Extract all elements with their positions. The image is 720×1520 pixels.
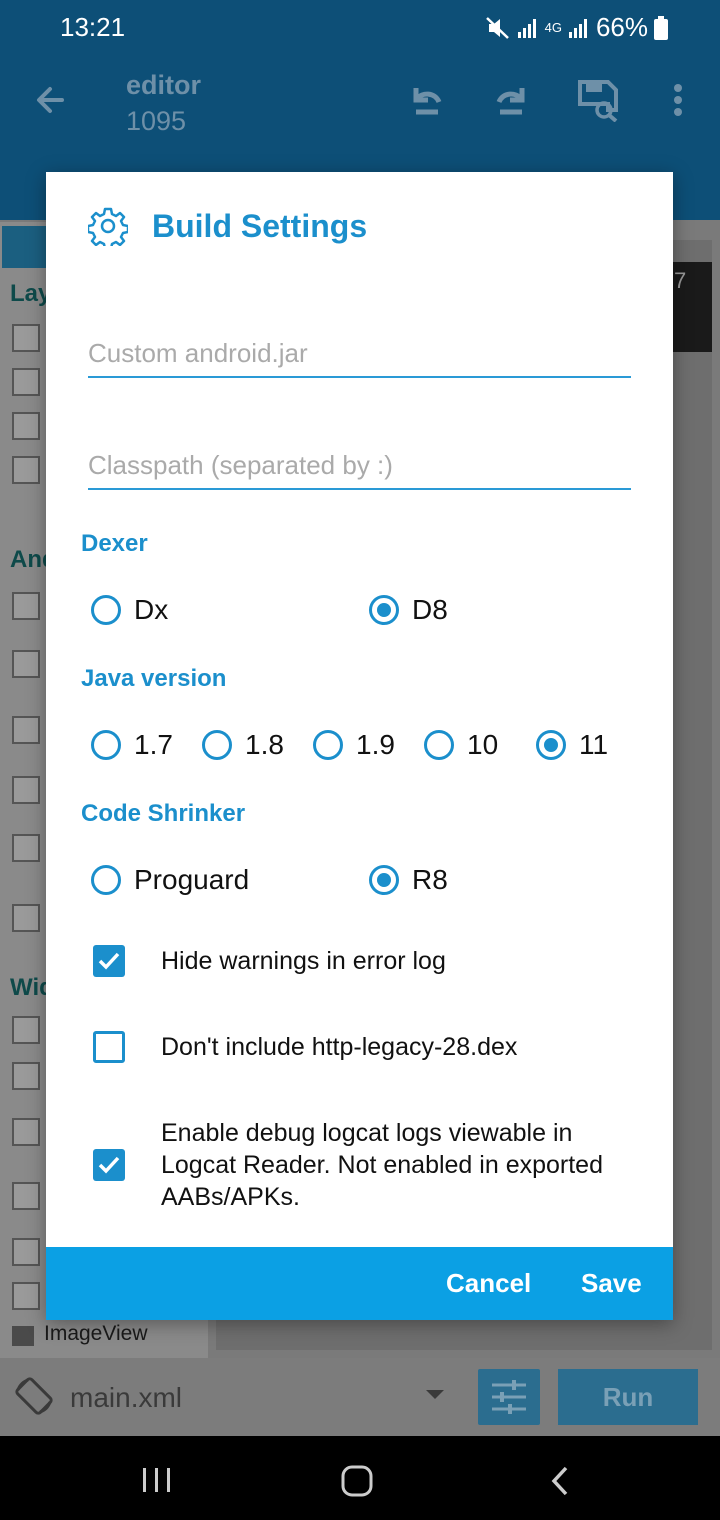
back-arrow-icon[interactable] [32,80,72,120]
signal-icon [517,18,536,38]
code-shrinker-label: Code Shrinker [81,800,246,827]
palette-widget-icon [12,324,40,352]
palette-widget-icon [12,592,40,620]
radio-circle [91,730,121,760]
gear-icon [88,207,128,246]
checkbox-label: Hide warnings in error log [161,947,446,975]
battery-percent: 66% [595,12,648,42]
palette-widget-icon [12,1118,40,1146]
image-icon [12,1326,34,1346]
dexer-label: Dexer [81,530,148,557]
radio-dexer-dx[interactable]: Dx [91,590,168,630]
radio-label: 1.9 [356,729,395,760]
battery-icon [654,15,668,40]
back-nav-icon[interactable] [546,1464,576,1498]
radio-label: 10 [467,729,499,760]
signal-icon-2 [568,18,587,38]
android-jar-field[interactable] [88,332,631,378]
radio-circle [424,730,454,760]
palette-item-imageview[interactable]: ImageView [44,1322,148,1346]
status-time: 13:21 [60,12,126,42]
status-icons: 4G 66% [485,12,668,43]
palette-widget-icon [12,368,40,396]
dialog-footer: Cancel Save [46,1247,673,1320]
redo-icon[interactable] [490,78,534,122]
cancel-button[interactable]: Cancel [446,1247,531,1320]
preview-toolbar: 7 [672,262,712,352]
radio-java-1-9[interactable]: 1.9 [313,725,395,765]
radio-label: 1.8 [245,729,284,760]
radio-shrinker-r8[interactable]: R8 [369,860,448,900]
recent-apps-icon[interactable] [140,1466,174,1494]
classpath-field[interactable] [88,444,631,490]
checkbox-unchecked [93,1031,125,1063]
radio-label: R8 [412,864,448,895]
radio-label: 11 [579,729,609,760]
chevron-down-icon[interactable] [426,1390,444,1399]
palette-widget-icon [12,1238,40,1266]
checkbox-http-legacy[interactable]: Don't include http-legacy-28.dex [93,1031,633,1063]
radio-circle-selected [369,595,399,625]
radio-circle [91,865,121,895]
system-nav-bar [0,1436,720,1520]
radio-circle [202,730,232,760]
palette-widget-icon [12,650,40,678]
java-version-label: Java version [81,665,227,692]
radio-label: Dx [134,594,169,625]
app-title: editor [126,70,202,100]
palette-widget-icon [12,412,40,440]
palette-widget-icon [12,776,40,804]
checkbox-checked [93,1149,125,1181]
tune-icon [492,1380,526,1414]
checkbox-debug-logcat[interactable]: Enable debug logcat logs viewable in Log… [93,1117,633,1213]
radio-label: 1.7 [134,729,173,760]
checkbox-label: Enable debug logcat logs viewable in Log… [161,1119,603,1211]
palette-widget-icon [12,834,40,862]
radio-shrinker-proguard[interactable]: Proguard [91,860,249,900]
radio-dexer-d8[interactable]: D8 [369,590,448,630]
radio-label: D8 [412,594,448,625]
palette-widget-icon [12,1016,40,1044]
radio-java-10[interactable]: 10 [424,725,498,765]
radio-circle [91,595,121,625]
checkbox-hide-warnings[interactable]: Hide warnings in error log [93,945,633,977]
palette-widget-icon [12,904,40,932]
app-subtitle: 1095 [126,106,187,136]
tune-button[interactable] [478,1369,540,1425]
network-type: 4G [544,20,562,35]
mute-icon [485,16,509,39]
checkbox-checked [93,945,125,977]
save-icon[interactable] [576,78,620,122]
dialog-title: Build Settings [152,208,368,244]
palette-widget-icon [12,716,40,744]
palette-widget-icon [12,1062,40,1090]
checkbox-label: Don't include http-legacy-28.dex [161,1033,518,1061]
radio-label: Proguard [134,864,250,895]
classpath-input[interactable] [88,444,631,486]
check-icon [98,952,120,970]
rotate-screen-icon[interactable] [14,1376,54,1416]
palette-widget-icon [12,456,40,484]
palette-tab[interactable] [2,226,48,268]
palette-widget-icon [12,1182,40,1210]
radio-circle [313,730,343,760]
preview-number: 7 [674,268,687,293]
save-button[interactable]: Save [581,1247,642,1320]
run-button[interactable]: Run [558,1369,698,1425]
android-jar-input[interactable] [88,332,631,374]
radio-circle-selected [536,730,566,760]
undo-icon[interactable] [404,78,448,122]
palette-widget-icon [12,1282,40,1310]
radio-java-1-8[interactable]: 1.8 [202,725,284,765]
radio-java-11[interactable]: 11 [536,725,608,765]
radio-circle-selected [369,865,399,895]
radio-java-1-7[interactable]: 1.7 [91,725,173,765]
check-icon [98,1156,120,1174]
file-selector[interactable]: main.xml [70,1382,182,1414]
more-vert-icon[interactable] [660,78,696,122]
build-settings-dialog: Build Settings Dexer Dx D8 Java version … [46,172,673,1320]
home-icon[interactable] [340,1464,374,1498]
